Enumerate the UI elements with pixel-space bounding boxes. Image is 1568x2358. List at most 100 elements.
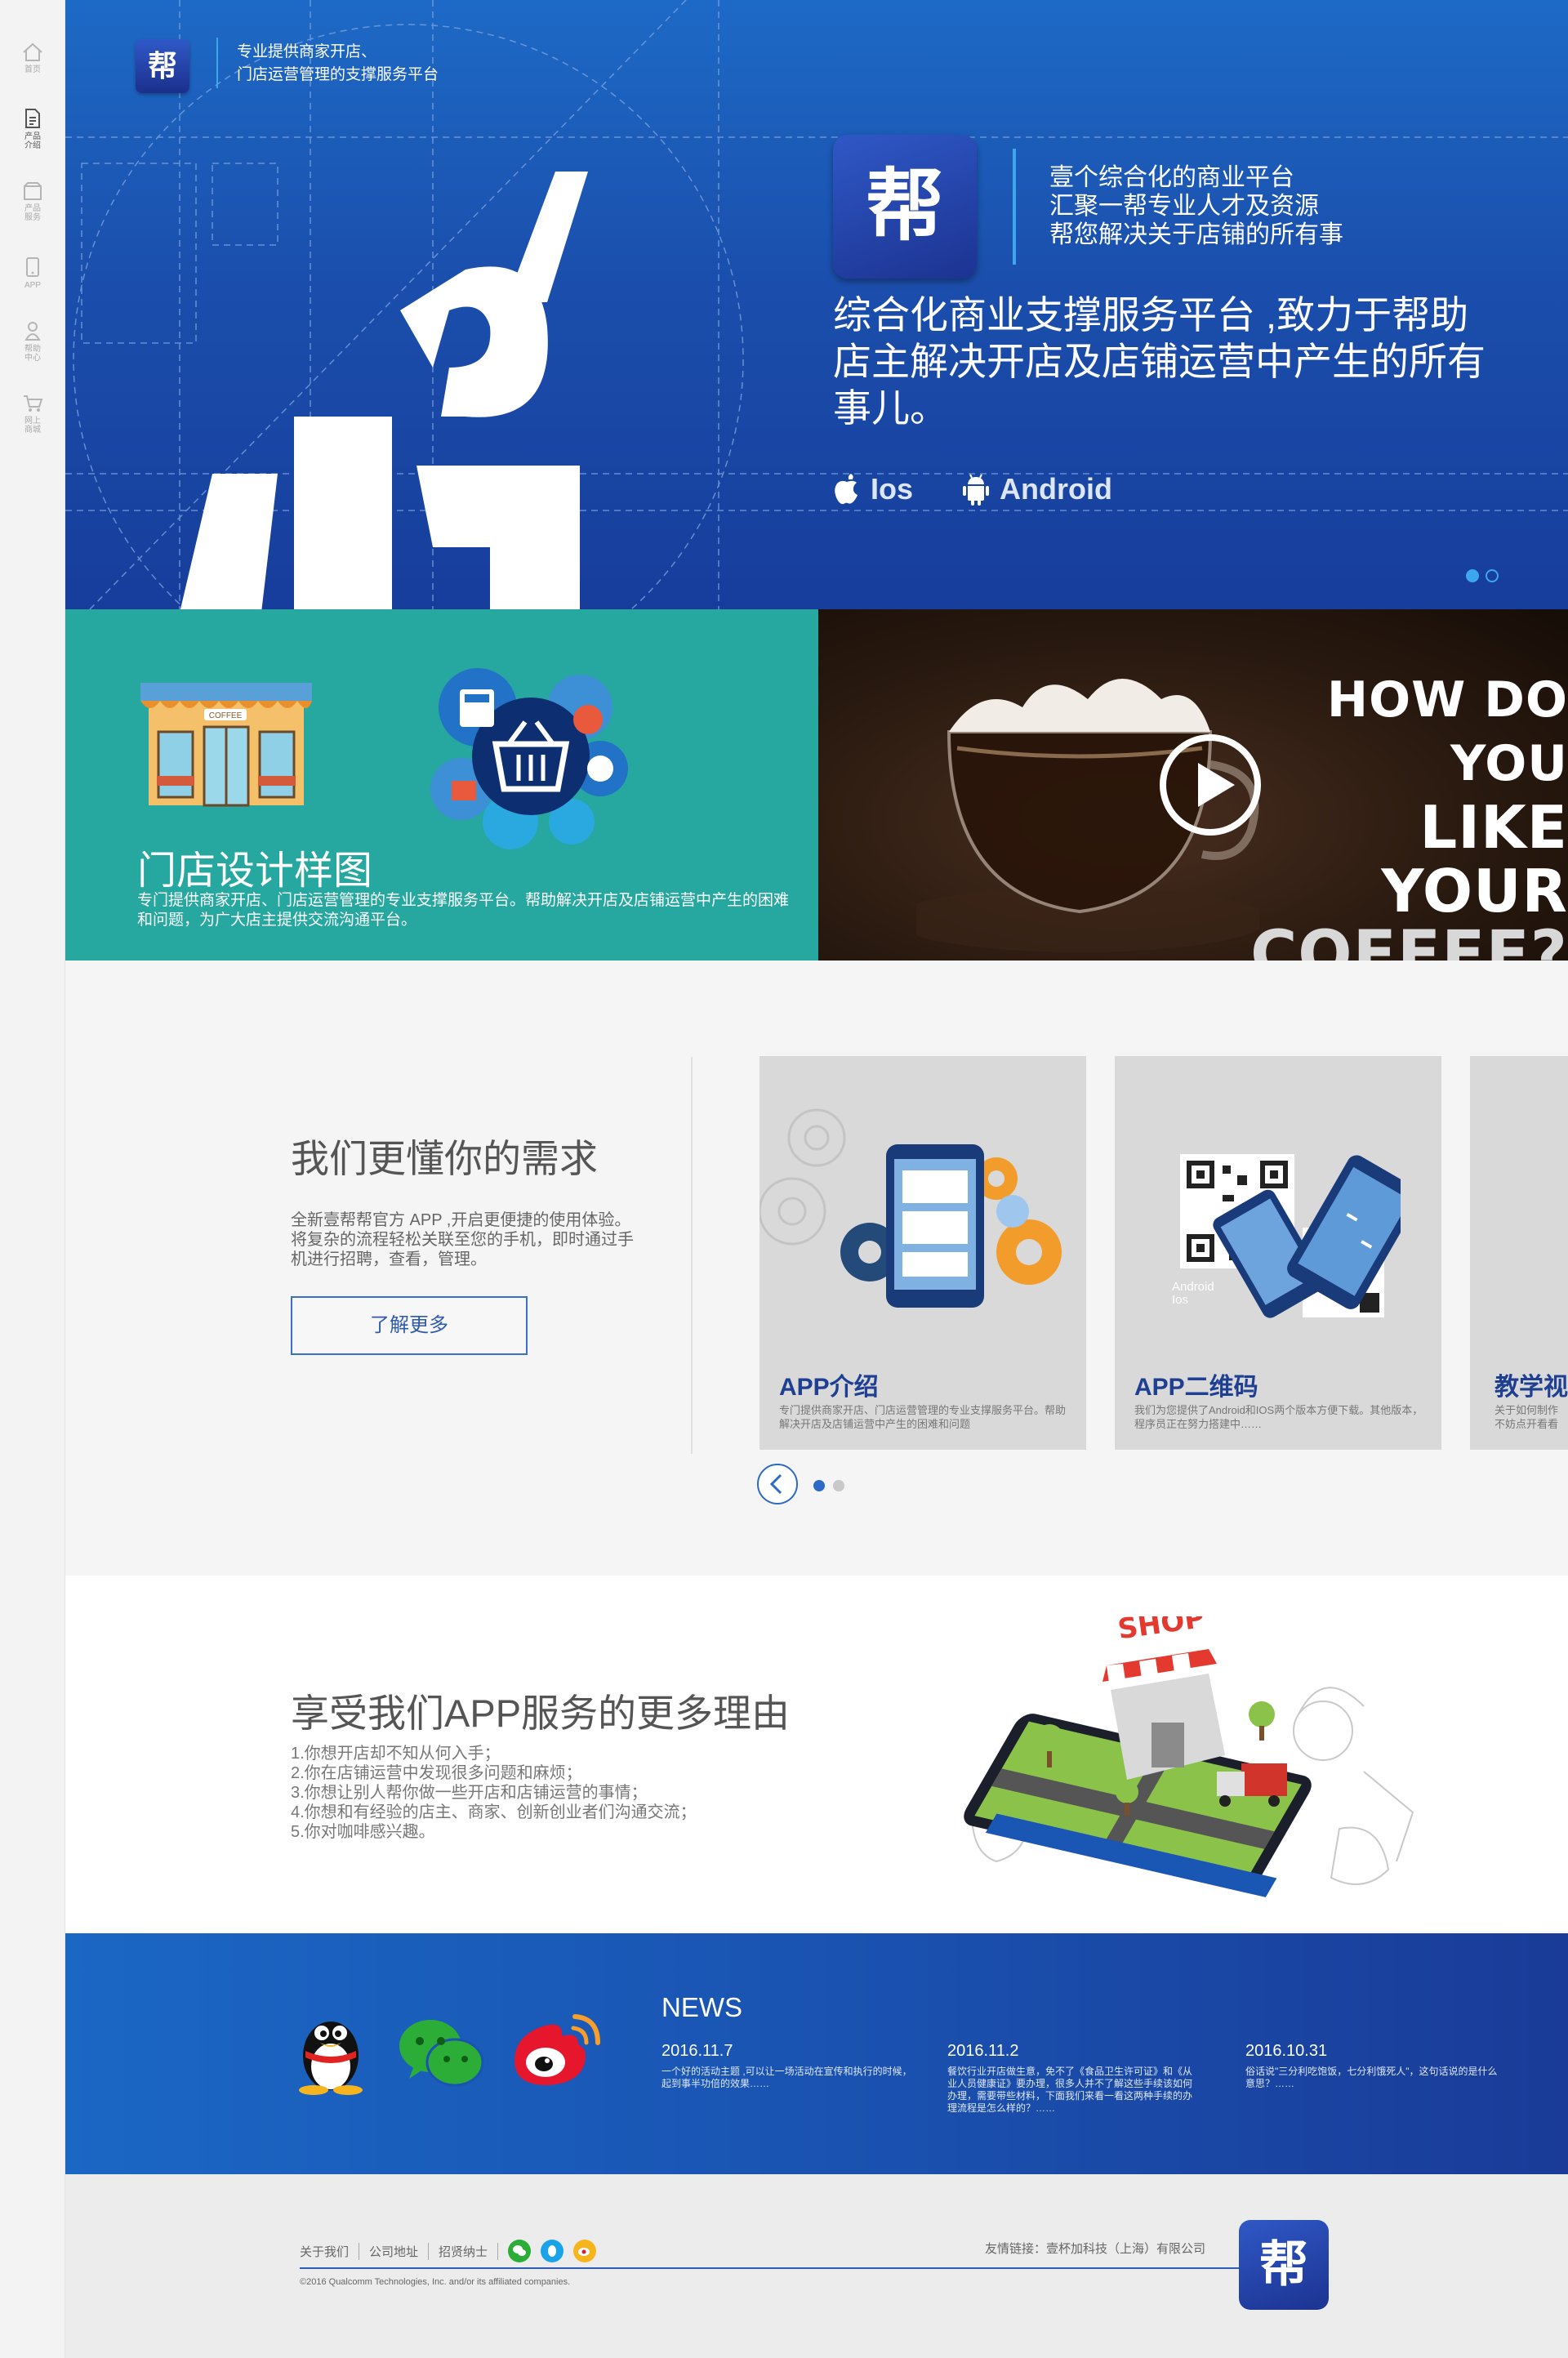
- nav-item-help[interactable]: 帮助中心: [0, 320, 65, 363]
- nav-item-home[interactable]: 首页: [0, 42, 65, 74]
- ios-label: Ios: [871, 472, 914, 506]
- app-intro-illustration: [760, 1108, 1062, 1308]
- footer-link-address[interactable]: 公司地址: [359, 2242, 430, 2260]
- carousel-prev-button[interactable]: [757, 1464, 798, 1504]
- news-item[interactable]: 2016.10.31 俗话说"三分利吃饱饭，七分利饿死人"，这句话说的是什么意思…: [1245, 2042, 1499, 2090]
- hero-description: 综合化商业支撑服务平台 ,致力于帮助店主解决开店及店铺运营中产生的所有事儿。: [833, 293, 1486, 430]
- ios-download-link[interactable]: Ios: [833, 472, 913, 506]
- store-design-panel[interactable]: COFFEE 门店设计样图 专门提供商家开店、门店运营管理的专业支撑服务平台。帮…: [65, 609, 818, 961]
- partner-label: 友情链接：: [985, 2242, 1047, 2256]
- reason-item: 1.你想开店却不知从何入手；: [291, 1745, 501, 1763]
- nav-item-app[interactable]: APP: [0, 256, 65, 290]
- hero-divider: [1013, 149, 1016, 265]
- reasons-list: 1.你想开店却不知从何入手； 2.你在店铺运营中发现很多问题和麻烦； 3.你想让…: [291, 1744, 748, 1842]
- hero-slogan-3: 帮您解决关于店铺的所有事: [1049, 221, 1343, 248]
- page-footer: 关于我们 公司地址 招贤纳士 友情链接：壹杯加科技（上海）有限公司 ©2016 …: [65, 2174, 1568, 2358]
- news-date: 2016.11.7: [662, 2042, 733, 2060]
- apple-icon: [835, 474, 858, 505]
- feature-description: 专门提供商家开店、门店运营管理的专业支撑服务平台。帮助解决开店及店铺运营中产生的…: [137, 892, 790, 929]
- nav-label: 首页: [24, 65, 41, 74]
- card-title: APP介绍: [779, 1374, 879, 1401]
- card-title: 教学视: [1494, 1374, 1568, 1401]
- side-nav: 首页 产品介绍 产品服务 APP 帮助中心 网上商城: [0, 0, 65, 2358]
- weibo-icon[interactable]: [506, 2012, 604, 2090]
- card-description: 专门提供商家开店、门店运营管理的专业支撑服务平台。帮助解决开店及店铺运营中产生的…: [779, 1404, 1067, 1430]
- card-description: 关于如何制作不妨点开看看: [1494, 1404, 1559, 1430]
- reason-item: 4.你想和有经验的店主、商家、创新创业者们沟通交流；: [291, 1803, 697, 1821]
- nav-item-services[interactable]: 产品服务: [0, 181, 65, 222]
- video-caption-line3: COFFEE?: [1250, 918, 1568, 961]
- reasons-section: 享受我们APP服务的更多理由 1.你想开店却不知从何入手； 2.你在店铺运营中发…: [65, 1576, 1568, 1933]
- needs-title: 我们更懂你的需求: [291, 1137, 598, 1180]
- top-logo[interactable]: 帮: [136, 39, 189, 93]
- nav-label: 帮助中心: [24, 345, 41, 363]
- hero-dot-1[interactable]: [1466, 569, 1479, 582]
- cart-icon: [24, 395, 43, 412]
- footer-qq-icon[interactable]: [541, 2240, 564, 2262]
- weibo-icon: [578, 2248, 590, 2256]
- card-tutorial-video[interactable]: 教学视 关于如何制作不妨点开看看: [1470, 1056, 1568, 1450]
- android-download-link[interactable]: Android: [962, 472, 1112, 506]
- top-divider: [216, 38, 218, 88]
- hero-big-character-art: [180, 172, 588, 609]
- phone-icon: [26, 257, 39, 277]
- footer-links: 关于我们 公司地址 招贤纳士: [300, 2240, 597, 2262]
- qr-label-android: Android: [1172, 1280, 1214, 1294]
- top-tagline-line1: 专业提供商家开店、: [237, 43, 377, 60]
- wechat-icon[interactable]: [396, 2017, 486, 2090]
- card-title: APP二维码: [1134, 1374, 1258, 1401]
- hero-logo: 帮: [833, 135, 977, 279]
- reason-item: 3.你想让别人帮你做一些开店和店铺运营的事情；: [291, 1784, 648, 1802]
- hero-dot-2[interactable]: [1486, 569, 1499, 582]
- nav-label: 产品介绍: [24, 132, 41, 150]
- partner-link[interactable]: 壹杯加科技（上海）有限公司: [1046, 2242, 1205, 2256]
- feature-title: 门店设计样图: [137, 849, 373, 893]
- news-date: 2016.11.2: [947, 2042, 1019, 2060]
- nav-item-products[interactable]: 产品介绍: [0, 108, 65, 150]
- reason-item: 2.你在店铺运营中发现很多问题和麻烦；: [291, 1764, 582, 1782]
- learn-more-button[interactable]: 了解更多: [291, 1296, 528, 1355]
- card-app-intro[interactable]: APP介绍 专门提供商家开店、门店运营管理的专业支撑服务平台。帮助解决开店及店铺…: [760, 1056, 1086, 1450]
- qr-label-ios: Ios: [1172, 1293, 1189, 1307]
- carousel-dot-2[interactable]: [833, 1480, 844, 1491]
- footer-logo[interactable]: 帮: [1239, 2220, 1329, 2310]
- nav-label: 产品服务: [24, 204, 41, 222]
- footer-link-careers[interactable]: 招贤纳士: [429, 2242, 499, 2260]
- shop-sign-text: SHOP: [1116, 1616, 1206, 1646]
- android-label: Android: [1000, 472, 1112, 506]
- carousel-dot-1[interactable]: [813, 1480, 825, 1491]
- card-description: 我们为您提供了Android和IOS两个版本方便下载。其他版本，程序员正在努力搭…: [1134, 1404, 1423, 1430]
- footer-wechat-icon[interactable]: [508, 2240, 532, 2262]
- needs-description: 全新壹帮帮官方 APP ,开启更便捷的使用体验。将复杂的流程轻松关联至您的手机，…: [291, 1211, 634, 1268]
- nav-item-shop[interactable]: 网上商城: [0, 394, 65, 435]
- section-divider: [691, 1057, 693, 1454]
- news-item[interactable]: 2016.11.7 一个好的活动主题 ,可以让一场活动在宣传和执行的时候，起到事…: [662, 2042, 915, 2090]
- home-icon: [23, 42, 42, 61]
- video-caption-line2: LIKE YOUR: [1381, 793, 1568, 925]
- hero-slogans: 壹个综合化的商业平台 汇聚一帮专业人才及资源 帮您解决关于店铺的所有事: [1049, 163, 1343, 249]
- hero-slogan-1: 壹个综合化的商业平台: [1049, 164, 1294, 191]
- top-tagline-line2: 门店运营管理的支撑服务平台: [237, 66, 439, 83]
- card-app-qrcode[interactable]: Android Ios APP二维码 我们为您提供了Android和IOS两个版…: [1115, 1056, 1441, 1450]
- news-item[interactable]: 2016.11.2 餐饮行业开店做生意，免不了《食品卫生许可证》和《从业人员健康…: [947, 2042, 1200, 2115]
- reason-item: 5.你对咖啡感兴趣。: [291, 1823, 435, 1841]
- news-section: NEWS 2016.11.7 一个好的活动主题 ,可以让一场活动在宣传和执行的时…: [65, 1933, 1568, 2174]
- shopping-icons-cluster: [430, 668, 628, 849]
- hero-banner: 帮 专业提供商家开店、 门店运营管理的支撑服务平台 帮 壹个综合化的商业平台 汇…: [65, 0, 1568, 609]
- video-caption-line1: HOW DO YOU: [1326, 671, 1568, 792]
- chevron-left-icon: [769, 1473, 782, 1495]
- carousel-dots: [813, 1480, 844, 1491]
- news-summary: 一个好的活动主题 ,可以让一场活动在宣传和执行的时候，起到事半功倍的效果……: [662, 2066, 912, 2089]
- top-tagline: 专业提供商家开店、 门店运营管理的支撑服务平台: [237, 41, 439, 87]
- reasons-title: 享受我们APP服务的更多理由: [291, 1692, 791, 1735]
- coffee-video-panel[interactable]: HOW DO YOU LIKE YOUR COFFEE?: [818, 609, 1568, 961]
- footer-link-about[interactable]: 关于我们: [300, 2242, 360, 2260]
- qq-icon: [548, 2245, 557, 2257]
- android-icon: [963, 474, 989, 506]
- news-date: 2016.10.31: [1245, 2042, 1328, 2060]
- footer-weibo-icon[interactable]: [573, 2240, 597, 2262]
- news-heading: NEWS: [662, 1992, 742, 2022]
- shop-illustration: COFFEE: [140, 683, 312, 807]
- qq-icon[interactable]: [294, 2005, 368, 2095]
- document-icon: [25, 109, 40, 128]
